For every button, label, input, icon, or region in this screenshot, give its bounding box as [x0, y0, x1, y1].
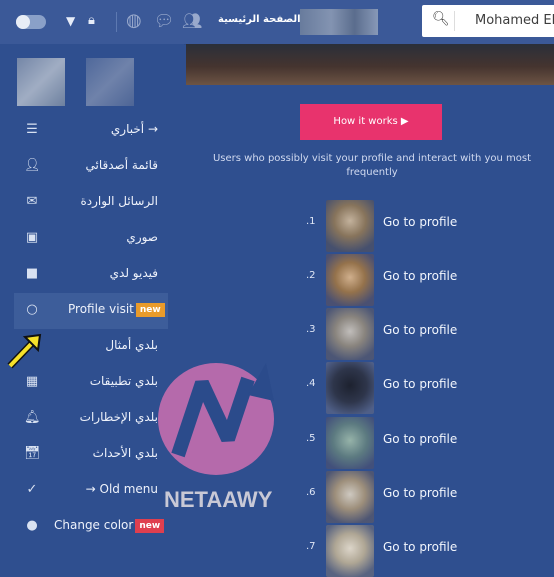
row-number: .2 [306, 270, 316, 281]
go-to-profile-link[interactable]: Go to profile [383, 540, 457, 554]
palette-icon: ● [26, 518, 38, 533]
photo-icon: ▣ [25, 230, 39, 245]
mail-icon: ✉ [26, 194, 38, 209]
profile-thumbnail[interactable] [326, 417, 374, 469]
sidebar-item-notifications[interactable]: 🔔︎ بلدي الإخطارات [14, 401, 168, 437]
profile-thumbnail[interactable] [326, 525, 374, 577]
profile-thumbnail[interactable] [326, 254, 374, 306]
sidebar-item-label: أخباري → [110, 122, 158, 136]
go-to-profile-link[interactable]: Go to profile [383, 215, 457, 229]
sidebar-item-old-menu[interactable]: ✓ → Old menu [14, 473, 168, 509]
friends-icon[interactable]: 👥︎ [182, 11, 202, 30]
sidebar-item-label: Change color new [54, 518, 165, 533]
toggle-knob [16, 15, 30, 29]
sidebar-item-label: قائمة أصدقائي [85, 158, 158, 172]
sidebar-item-label: بلدي تطبيقات [89, 374, 158, 388]
profile-name-blurred[interactable] [300, 9, 378, 35]
cover-banner [186, 44, 554, 85]
chevron-down-icon[interactable]: ▼ [66, 14, 75, 28]
search-divider [454, 11, 455, 31]
profile-thumbnail[interactable] [326, 362, 374, 414]
sidebar-item-label: صوري [126, 230, 158, 244]
video-icon: ■ [25, 266, 39, 281]
theme-toggle[interactable] [16, 15, 46, 29]
sidebar-item-label: فيديو لدي [109, 266, 158, 280]
search-input[interactable]: Mohamed Elg [475, 13, 554, 28]
list-item: .3 Go to profile [186, 304, 554, 360]
go-to-profile-link[interactable]: Go to profile [383, 323, 457, 337]
chat-icon[interactable]: 💬︎ [154, 11, 174, 30]
go-to-profile-link[interactable]: Go to profile [383, 377, 457, 391]
list-item: .1 Go to profile [186, 196, 554, 252]
yellow-arrow-icon [7, 333, 42, 369]
go-to-profile-link[interactable]: Go to profile [383, 432, 457, 446]
avatar[interactable] [17, 58, 65, 106]
how-it-works-button[interactable]: How it works ▶ [300, 104, 442, 140]
go-to-profile-link[interactable]: Go to profile [383, 269, 457, 283]
sidebar-item-label: الرسائل الواردة [80, 194, 158, 208]
row-number: .4 [306, 378, 316, 389]
check-circle-icon: ✓ [26, 482, 38, 497]
description-text: Users who possibly visit your profile an… [212, 153, 532, 178]
circle-icon: ○ [26, 302, 38, 317]
sidebar-item-profile-visit[interactable]: ○ Profile visit new [14, 293, 168, 329]
lock-icon[interactable]: 🔒︎ [88, 13, 95, 28]
row-number: .6 [306, 487, 316, 498]
apps-grid-icon: ▦ [25, 374, 39, 389]
sidebar-item-label: بلدي الإخطارات [79, 410, 158, 424]
sidebar-item-label: بلدي أمثال [105, 338, 158, 352]
menu-icon: ☰ [26, 122, 38, 137]
sidebar-item-label: بلدي الأحداث [92, 446, 158, 460]
list-item: .7 Go to profile [186, 521, 554, 577]
sidebar-item-video[interactable]: ■ فيديو لدي [14, 257, 168, 293]
profile-visit-label: Profile visit [68, 302, 134, 316]
search-box[interactable]: 🔍︎ Mohamed Elg [422, 5, 554, 37]
friends-icon: 👤︎ [24, 158, 41, 173]
sidebar-item-label: → Old menu [85, 482, 158, 496]
sidebar-item-events[interactable]: 📅︎ بلدي الأحداث [14, 437, 168, 473]
netaawy-watermark-logo: NETAAWY [156, 357, 286, 529]
sidebar-item-label: Profile visit new [68, 302, 165, 317]
row-number: .1 [306, 216, 316, 227]
list-item: .2 Go to profile [186, 250, 554, 306]
search-icon[interactable]: 🔍︎ [432, 11, 450, 27]
bell-icon: 🔔︎ [24, 410, 41, 425]
globe-icon[interactable]: ◍ [126, 10, 142, 31]
calendar-icon: 📅︎ [24, 446, 41, 461]
go-to-profile-link[interactable]: Go to profile [383, 486, 457, 500]
new-badge: new [135, 303, 165, 317]
profile-thumbnail[interactable] [326, 200, 374, 252]
sidebar-item-inbox[interactable]: ✉ الرسائل الواردة [14, 185, 168, 221]
row-number: .7 [306, 541, 316, 552]
sidebar-item-change-color[interactable]: ● Change color new [14, 509, 168, 545]
change-color-label: Change color [54, 518, 134, 532]
sidebar-item-news[interactable]: ☰ أخباري → [14, 113, 168, 149]
row-number: .3 [306, 324, 316, 335]
sidebar-item-friends[interactable]: 👤︎ قائمة أصدقائي [14, 149, 168, 185]
avatar-secondary[interactable] [86, 58, 134, 106]
profile-thumbnail[interactable] [326, 308, 374, 360]
profile-thumbnail[interactable] [326, 471, 374, 523]
sidebar-item-photos[interactable]: ▣ صوري [14, 221, 168, 257]
top-bar: ▼ 🔒︎ ◍ 💬︎ 👥︎ الصفحة الرئيسية 🔍︎ Mohamed … [0, 0, 554, 45]
watermark-text: NETAAWY [164, 487, 273, 512]
row-number: .5 [306, 433, 316, 444]
topbar-divider [116, 12, 117, 32]
home-link[interactable]: الصفحة الرئيسية [218, 14, 301, 25]
